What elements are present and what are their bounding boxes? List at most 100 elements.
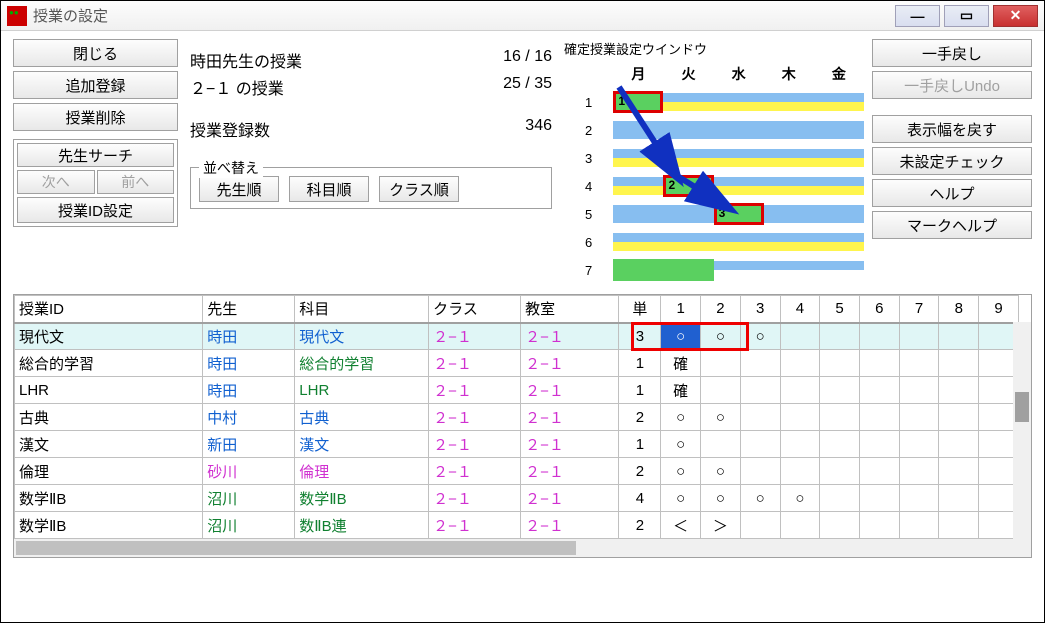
slot-cell[interactable] bbox=[740, 458, 780, 485]
mark-help-button[interactable]: マークヘルプ bbox=[872, 211, 1032, 239]
slot-cell[interactable] bbox=[701, 350, 741, 377]
slot-cell[interactable] bbox=[780, 404, 820, 431]
search-prev-button[interactable]: 前へ bbox=[97, 170, 175, 194]
schedule-cell[interactable] bbox=[714, 228, 764, 256]
add-button[interactable]: 追加登録 bbox=[13, 71, 178, 99]
slot-cell[interactable]: ○ bbox=[701, 485, 741, 512]
slot-cell[interactable] bbox=[780, 350, 820, 377]
slot-cell[interactable] bbox=[859, 458, 899, 485]
schedule-cell[interactable] bbox=[613, 116, 663, 144]
slot-cell[interactable] bbox=[820, 458, 860, 485]
cell[interactable]: 3 bbox=[619, 323, 661, 350]
sort-teacher-button[interactable]: 先生順 bbox=[199, 176, 279, 202]
table-row[interactable]: 数学ⅡB沼川数学ⅡB２−１２−１4○○○○ bbox=[15, 485, 1019, 512]
slot-cell[interactable] bbox=[780, 512, 820, 539]
schedule-cell[interactable] bbox=[814, 200, 864, 228]
col-header[interactable]: 教室 bbox=[521, 296, 619, 323]
slot-cell[interactable] bbox=[939, 512, 979, 539]
slot-cell[interactable]: ○ bbox=[661, 431, 701, 458]
slot-cell[interactable]: ○ bbox=[780, 485, 820, 512]
slot-cell[interactable] bbox=[701, 377, 741, 404]
schedule-cell[interactable] bbox=[613, 200, 663, 228]
cell[interactable]: 時田 bbox=[203, 377, 295, 404]
slot-cell[interactable]: ○ bbox=[661, 323, 701, 350]
schedule-cell[interactable] bbox=[814, 172, 864, 200]
slot-cell[interactable] bbox=[820, 485, 860, 512]
slot-cell[interactable] bbox=[899, 485, 939, 512]
cell[interactable]: 4 bbox=[619, 485, 661, 512]
table-row[interactable]: 数学ⅡB沼川数ⅡB連２−１２−１2＜＞ bbox=[15, 512, 1019, 539]
cell[interactable]: 時田 bbox=[203, 350, 295, 377]
cell[interactable]: 倫理 bbox=[295, 458, 429, 485]
slot-cell[interactable] bbox=[820, 431, 860, 458]
lesson-id-set-button[interactable]: 授業ID設定 bbox=[17, 197, 174, 223]
slot-cell[interactable] bbox=[939, 485, 979, 512]
slot-cell[interactable] bbox=[899, 404, 939, 431]
slot-cell[interactable] bbox=[899, 458, 939, 485]
table-row[interactable]: 漢文新田漢文２−１２−１1○ bbox=[15, 431, 1019, 458]
slot-cell[interactable] bbox=[820, 512, 860, 539]
delete-button[interactable]: 授業削除 bbox=[13, 103, 178, 131]
check-unset-button[interactable]: 未設定チェック bbox=[872, 147, 1032, 175]
slot-cell[interactable] bbox=[939, 458, 979, 485]
cell[interactable]: ２−１ bbox=[521, 323, 619, 350]
schedule-cell[interactable] bbox=[714, 172, 764, 200]
slot-cell[interactable]: ＜ bbox=[661, 512, 701, 539]
slot-cell[interactable] bbox=[939, 323, 979, 350]
table-row[interactable]: 現代文時田現代文２−１２−１3○○○ bbox=[15, 323, 1019, 350]
table-row[interactable]: 総合的学習時田総合的学習２−１２−１1確 bbox=[15, 350, 1019, 377]
slot-cell[interactable]: ○ bbox=[701, 323, 741, 350]
slot-cell[interactable] bbox=[899, 431, 939, 458]
schedule-cell[interactable] bbox=[764, 88, 814, 116]
sort-class-button[interactable]: クラス順 bbox=[379, 176, 459, 202]
schedule-cell[interactable] bbox=[613, 256, 663, 284]
slot-cell[interactable] bbox=[820, 350, 860, 377]
cell[interactable]: ２−１ bbox=[521, 431, 619, 458]
schedule-cell[interactable] bbox=[714, 88, 764, 116]
slot-cell[interactable] bbox=[899, 350, 939, 377]
slot-cell[interactable] bbox=[859, 404, 899, 431]
cell[interactable]: ２−１ bbox=[521, 485, 619, 512]
close-window-button[interactable]: ✕ bbox=[993, 5, 1038, 27]
help-button[interactable]: ヘルプ bbox=[872, 179, 1032, 207]
reset-width-button[interactable]: 表示幅を戻す bbox=[872, 115, 1032, 143]
col-header[interactable]: 7 bbox=[899, 296, 939, 323]
schedule-cell[interactable]: 3 bbox=[714, 200, 764, 228]
cell[interactable]: 中村 bbox=[203, 404, 295, 431]
cell[interactable]: 古典 bbox=[295, 404, 429, 431]
cell[interactable]: 沼川 bbox=[203, 485, 295, 512]
cell[interactable]: ２−１ bbox=[429, 404, 521, 431]
schedule-cell[interactable] bbox=[663, 88, 713, 116]
horizontal-scrollbar[interactable] bbox=[14, 539, 1031, 557]
col-header[interactable]: 4 bbox=[780, 296, 820, 323]
col-header[interactable]: 先生 bbox=[203, 296, 295, 323]
cell[interactable]: 現代文 bbox=[295, 323, 429, 350]
undo-button[interactable]: 一手戻し bbox=[872, 39, 1032, 67]
cell[interactable]: ２−１ bbox=[429, 431, 521, 458]
cell[interactable]: ２−１ bbox=[429, 485, 521, 512]
close-button[interactable]: 閉じる bbox=[13, 39, 178, 67]
minimize-button[interactable]: — bbox=[895, 5, 940, 27]
cell[interactable]: ２−１ bbox=[429, 458, 521, 485]
undo2-button[interactable]: 一手戻しUndo bbox=[872, 71, 1032, 99]
cell[interactable]: ２−１ bbox=[429, 323, 521, 350]
schedule-cell[interactable] bbox=[663, 116, 713, 144]
slot-cell[interactable] bbox=[859, 377, 899, 404]
cell[interactable]: 2 bbox=[619, 512, 661, 539]
schedule-cell[interactable] bbox=[613, 144, 663, 172]
schedule-cell[interactable] bbox=[663, 200, 713, 228]
slot-cell[interactable] bbox=[780, 377, 820, 404]
schedule-cell[interactable] bbox=[764, 256, 814, 284]
cell[interactable]: 1 bbox=[619, 431, 661, 458]
slot-cell[interactable] bbox=[820, 377, 860, 404]
cell[interactable]: 数学ⅡB bbox=[15, 512, 203, 539]
cell[interactable]: 数学ⅡB bbox=[15, 485, 203, 512]
schedule-cell[interactable]: 1 bbox=[613, 88, 663, 116]
cell[interactable]: 新田 bbox=[203, 431, 295, 458]
cell[interactable]: 1 bbox=[619, 377, 661, 404]
col-header[interactable]: クラス bbox=[429, 296, 521, 323]
cell[interactable]: 現代文 bbox=[15, 323, 203, 350]
schedule-cell[interactable] bbox=[764, 200, 814, 228]
col-header[interactable]: 科目 bbox=[295, 296, 429, 323]
schedule-cell[interactable] bbox=[764, 144, 814, 172]
